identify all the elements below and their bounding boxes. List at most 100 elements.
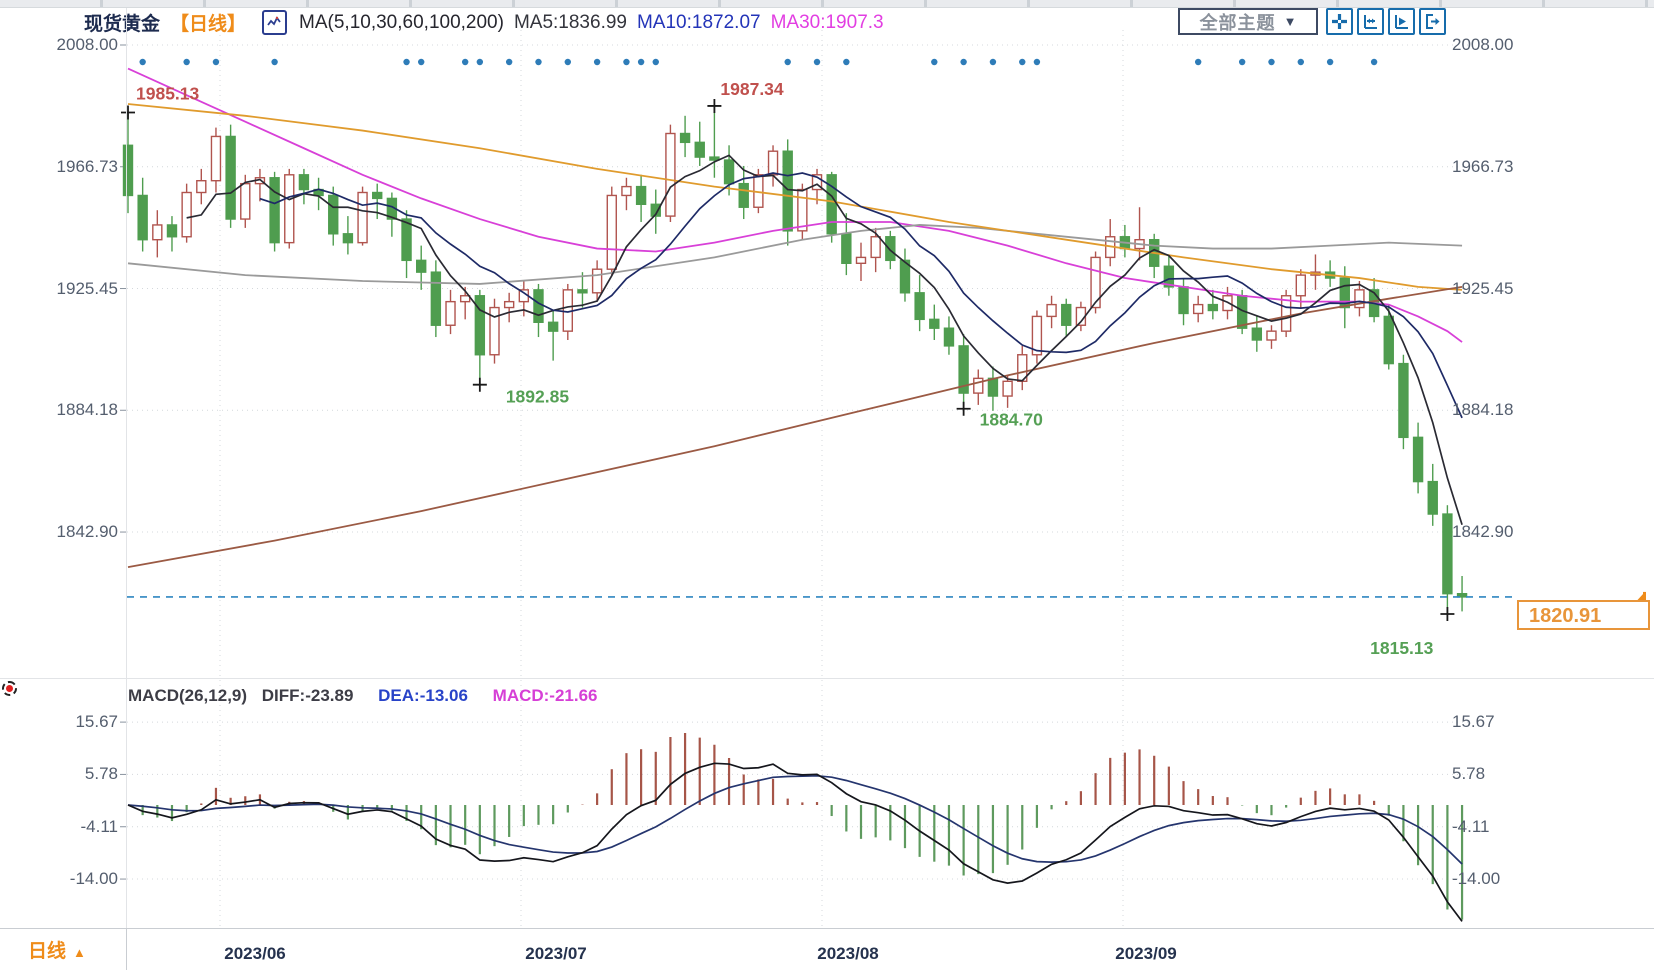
event-dot[interactable] (931, 59, 937, 65)
event-dot[interactable] (213, 59, 219, 65)
candle-body[interactable] (1443, 514, 1452, 594)
candle-body[interactable] (417, 260, 426, 272)
candle-body[interactable] (695, 142, 704, 157)
event-dot[interactable] (653, 59, 659, 65)
candle-body[interactable] (138, 195, 147, 239)
event-dot[interactable] (418, 59, 424, 65)
chart-canvas[interactable]: 1985.131987.341892.851884.701815.13 (0, 0, 1654, 970)
event-dot[interactable] (1268, 59, 1274, 65)
play-axis-icon[interactable] (1388, 8, 1415, 35)
event-dot[interactable] (183, 59, 189, 65)
candle-body[interactable] (988, 378, 997, 396)
candle-body[interactable] (783, 151, 792, 231)
event-dot[interactable] (594, 59, 600, 65)
candle-body[interactable] (1208, 305, 1217, 311)
candle-body[interactable] (1179, 287, 1188, 314)
event-dot[interactable] (843, 59, 849, 65)
event-dot[interactable] (1298, 59, 1304, 65)
hot-flare-icon[interactable] (2, 681, 17, 696)
candle-body[interactable] (1296, 275, 1305, 296)
candle-body[interactable] (402, 219, 411, 260)
candle-body[interactable] (343, 234, 352, 243)
candle-body[interactable] (1194, 305, 1203, 314)
candle-body[interactable] (299, 175, 308, 190)
candle-body[interactable] (549, 322, 558, 331)
event-dot[interactable] (1327, 59, 1333, 65)
candle-body[interactable] (725, 160, 734, 184)
event-dot[interactable] (477, 59, 483, 65)
candle-body[interactable] (373, 193, 382, 199)
candle-body[interactable] (1062, 305, 1071, 326)
candle-body[interactable] (358, 193, 367, 243)
candle-body[interactable] (857, 257, 866, 263)
event-dot[interactable] (990, 59, 996, 65)
candle-body[interactable] (1428, 482, 1437, 514)
event-dot[interactable] (403, 59, 409, 65)
candle-body[interactable] (1252, 328, 1261, 340)
candle-body[interactable] (944, 328, 953, 346)
candle-body[interactable] (153, 225, 162, 240)
candle-body[interactable] (666, 134, 675, 217)
candle-body[interactable] (197, 181, 206, 193)
candle-body[interactable] (974, 378, 983, 393)
candle-body[interactable] (622, 187, 631, 196)
candle-body[interactable] (1003, 381, 1012, 396)
candle-body[interactable] (182, 193, 191, 237)
footer-divider (126, 928, 127, 970)
fit-axis-icon[interactable] (1357, 8, 1384, 35)
event-dot[interactable] (506, 59, 512, 65)
event-dot[interactable] (271, 59, 277, 65)
candle-body[interactable] (226, 136, 235, 219)
candle-body[interactable] (681, 134, 690, 143)
candle-body[interactable] (1047, 305, 1056, 317)
candle-body[interactable] (431, 272, 440, 325)
event-dot[interactable] (1195, 59, 1201, 65)
event-dot[interactable] (1371, 59, 1377, 65)
candle-body[interactable] (871, 237, 880, 258)
event-dot[interactable] (1239, 59, 1245, 65)
candle-body[interactable] (241, 184, 250, 219)
event-dot[interactable] (462, 59, 468, 65)
candle-body[interactable] (534, 290, 543, 322)
candle-body[interactable] (915, 293, 924, 320)
candle-body[interactable] (446, 302, 455, 326)
candle-body[interactable] (578, 290, 587, 293)
candle-body[interactable] (1384, 316, 1393, 363)
event-dot[interactable] (139, 59, 145, 65)
candle-body[interactable] (505, 302, 514, 308)
event-dot[interactable] (785, 59, 791, 65)
candle-body[interactable] (211, 136, 220, 180)
candle-body[interactable] (270, 178, 279, 243)
exit-right-icon[interactable] (1419, 8, 1446, 35)
candle-body[interactable] (637, 187, 646, 205)
candle-body[interactable] (1399, 364, 1408, 438)
event-dot[interactable] (960, 59, 966, 65)
event-dot[interactable] (623, 59, 629, 65)
candle-body[interactable] (1414, 437, 1423, 481)
event-dot[interactable] (1034, 59, 1040, 65)
candle-body[interactable] (124, 145, 133, 195)
candle-body[interactable] (285, 175, 294, 243)
candle-body[interactable] (593, 269, 602, 293)
candle-body[interactable] (739, 184, 748, 208)
event-dot[interactable] (638, 59, 644, 65)
move-crosshair-icon[interactable] (1326, 8, 1353, 35)
candle-body[interactable] (930, 319, 939, 328)
event-dot[interactable] (565, 59, 571, 65)
event-dot[interactable] (535, 59, 541, 65)
candle-body[interactable] (607, 195, 616, 269)
event-dot[interactable] (814, 59, 820, 65)
candle-body[interactable] (1267, 331, 1276, 340)
timeframe-selector[interactable]: 日线▲ (28, 936, 86, 963)
candle-body[interactable] (842, 234, 851, 263)
all-themes-dropdown[interactable]: 全部主题 ▼ (1178, 8, 1318, 35)
candle-body[interactable] (886, 237, 895, 261)
price-tick-label: 2008.00 (23, 36, 118, 54)
candle-body[interactable] (461, 296, 470, 302)
candle-body[interactable] (167, 225, 176, 237)
candle-body[interactable] (769, 151, 778, 175)
macd-diff-value: DIFF:-23.89 (262, 686, 354, 705)
event-dot[interactable] (1019, 59, 1025, 65)
candle-body[interactable] (798, 190, 807, 231)
candle-body[interactable] (329, 195, 338, 233)
